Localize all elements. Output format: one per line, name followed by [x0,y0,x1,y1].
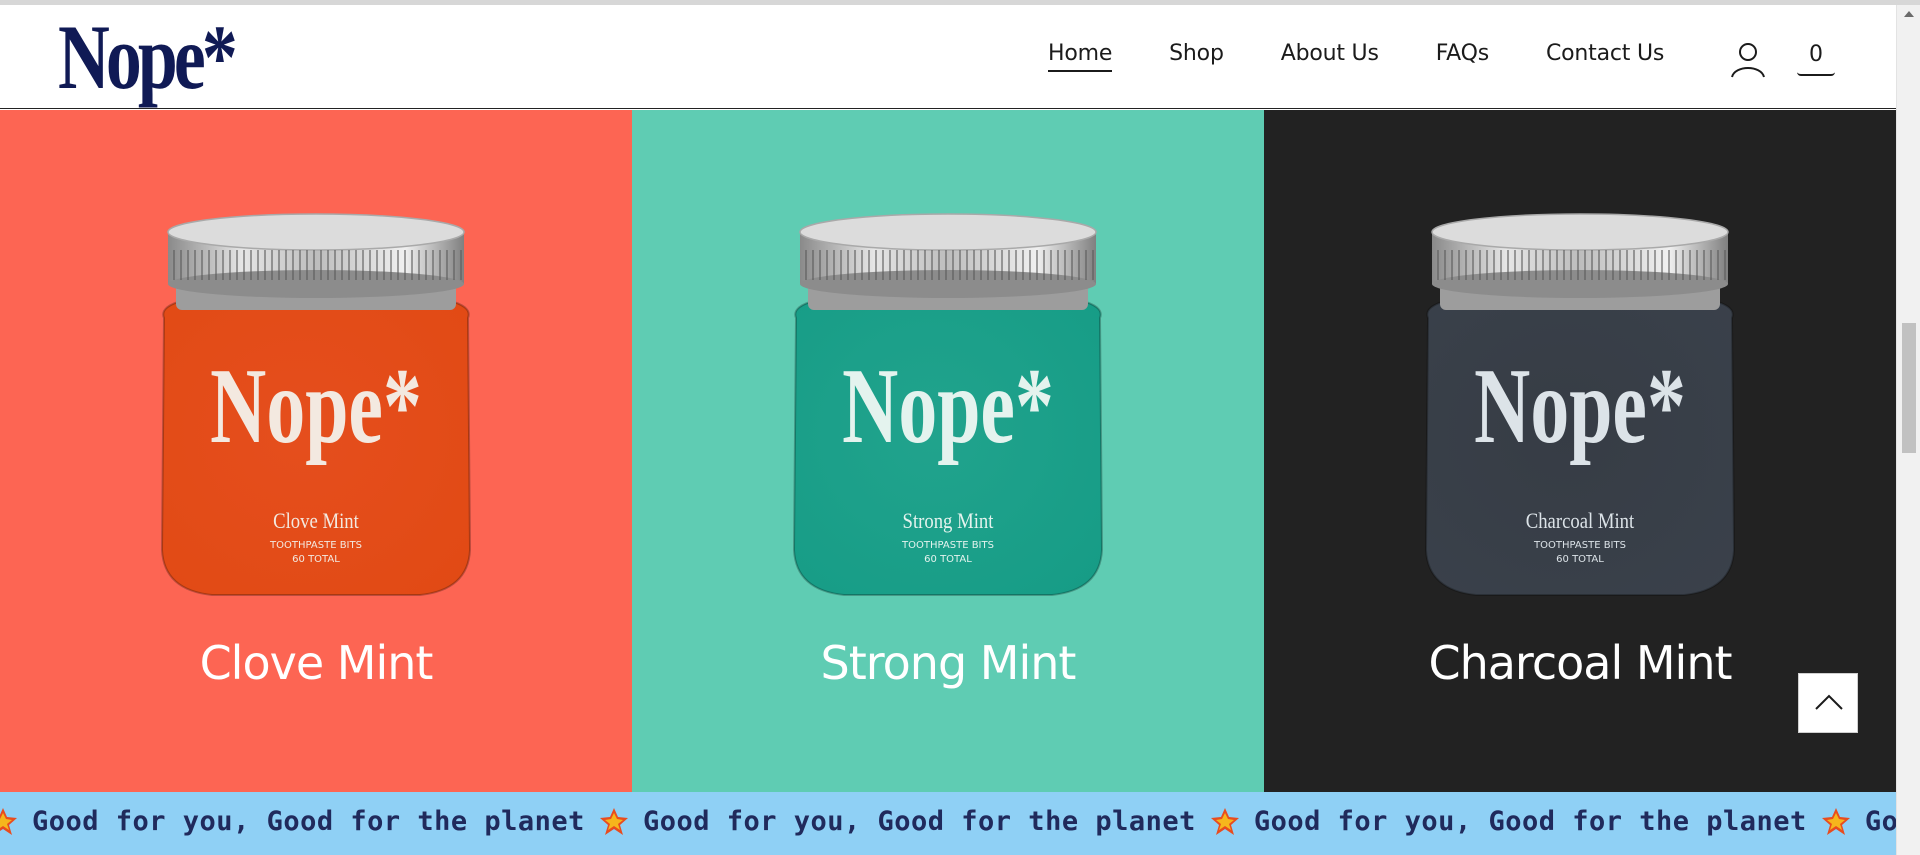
scroll-to-top-button[interactable] [1798,673,1858,733]
product-card-clove-mint[interactable]: Nope* Clove Mint TOOTHPASTE BITS 60 TOTAL C… [0,110,632,792]
cart-count: 0 [1809,42,1823,67]
user-icon[interactable] [1728,39,1768,79]
marquee-item: Good for you, Good for the planet [1821,806,1896,837]
jar-line1-text: TOOTHPASTE BITS [1533,540,1626,551]
product-name[interactable]: Clove Mint [0,636,632,690]
star-badge-icon [599,807,628,835]
brand-logo[interactable]: Nope* [58,7,238,107]
nav-home[interactable]: Home [1048,41,1112,72]
marquee-text: Good for you, Good for the planet [642,806,1196,837]
marquee-text: Good for you, Good for the planet [32,806,585,837]
marquee-text: Good for you, Good for the planet [1253,806,1807,837]
star-badge-icon [1821,807,1850,835]
product-name[interactable]: Strong Mint [632,636,1264,690]
nav-about-us[interactable]: About Us [1281,41,1379,72]
marquee-item: Good for you, Good for the planet [0,806,585,837]
main-nav: Home Shop About Us FAQs Contact Us [1048,41,1721,72]
product-card-strong-mint[interactable]: Nope* Strong Mint TOOTHPASTE BITS 60 TOTAL … [632,110,1264,792]
marquee-item: Good for you, Good for the planet [1210,806,1807,837]
jar-line2-text: 60 TOTAL [924,554,972,565]
jar-brand-text: Nope* [1474,347,1686,466]
jar-flavor-text: Strong Mint [903,510,994,534]
marquee-item: Good for you, Good for the planet [599,806,1196,837]
site-header: Nope* Home Shop About Us FAQs Contact Us… [0,5,1896,109]
nav-contact-us[interactable]: Contact Us [1546,41,1664,72]
jar-brand-text: Nope* [210,347,422,466]
marquee-track: Good for you, Good for the planet Good f… [0,806,1896,837]
jar-line1-text: TOOTHPASTE BITS [901,540,994,551]
page-scrollbar[interactable] [1896,5,1920,855]
product-jar-image: Nope* Strong Mint TOOTHPASTE BITS 60 TOTAL [782,210,1114,602]
jar-flavor-text: Charcoal Mint [1526,510,1635,534]
jar-line2-text: 60 TOTAL [1556,554,1604,565]
star-badge-icon [0,807,17,835]
scroll-up-arrow-icon[interactable] [1904,11,1914,17]
star-badge-icon [1210,807,1239,835]
product-grid: Nope* Clove Mint TOOTHPASTE BITS 60 TOTAL C… [0,110,1896,792]
scrollbar-thumb[interactable] [1902,323,1916,453]
chevron-up-icon [1815,694,1843,710]
jar-flavor-text: Clove Mint [273,510,359,534]
marquee-text: Good for you, Good for the planet [1864,806,1896,837]
nav-faqs[interactable]: FAQs [1436,41,1489,72]
marquee-banner: Good for you, Good for the planet Good f… [0,792,1896,855]
product-jar-image: Nope* Clove Mint TOOTHPASTE BITS 60 TOTAL [150,210,482,602]
jar-line2-text: 60 TOTAL [292,554,340,565]
jar-brand-text: Nope* [842,347,1054,466]
product-jar-image: Nope* Charcoal Mint TOOTHPASTE BITS 60 TOTA… [1414,210,1746,602]
cart-button[interactable]: 0 [1797,42,1835,76]
nav-shop[interactable]: Shop [1169,41,1224,72]
jar-line1-text: TOOTHPASTE BITS [269,540,362,551]
